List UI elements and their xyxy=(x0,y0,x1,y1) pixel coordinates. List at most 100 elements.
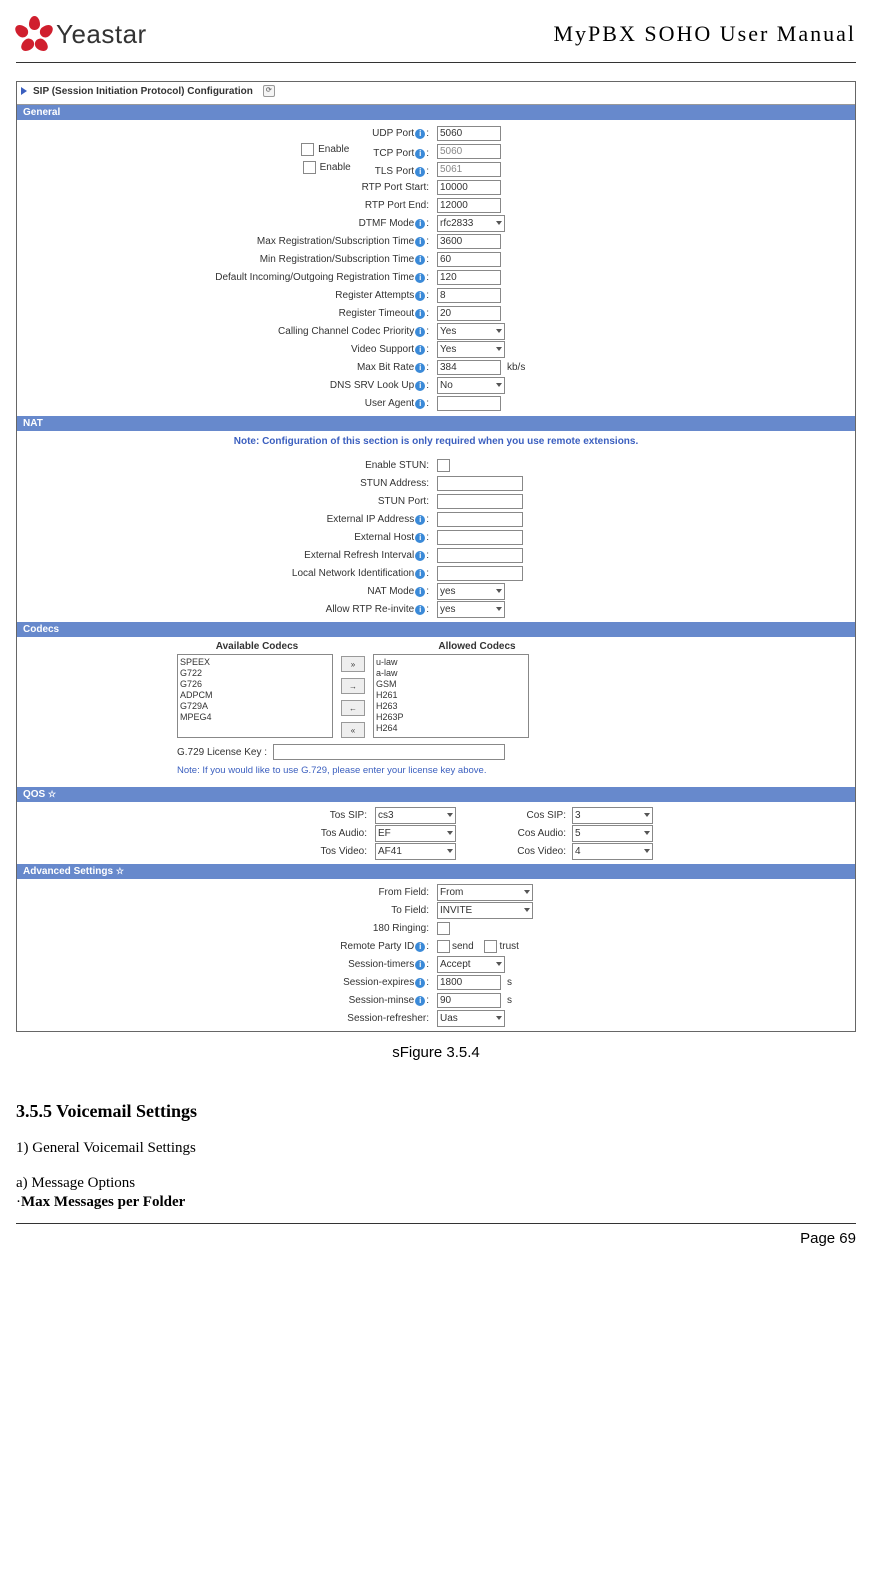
info-icon[interactable]: i xyxy=(415,149,425,159)
reg-attempts-input[interactable]: 8 xyxy=(437,288,501,303)
info-icon[interactable]: i xyxy=(415,569,425,579)
info-icon[interactable]: i xyxy=(415,363,425,373)
cos-audio-select[interactable]: 5 xyxy=(572,825,653,842)
allow-rtp-select[interactable]: yes xyxy=(437,601,505,618)
bullet-max-messages: ·Max Messages per Folder xyxy=(16,1194,856,1211)
info-icon[interactable]: i xyxy=(415,515,425,525)
max-bitrate-label: Max Bit Rate xyxy=(357,362,414,373)
info-icon[interactable]: i xyxy=(415,996,425,1006)
info-icon[interactable]: i xyxy=(415,219,425,229)
enable-stun-checkbox[interactable] xyxy=(437,459,450,472)
enable-tls-checkbox[interactable] xyxy=(303,161,316,174)
unit-s: s xyxy=(507,977,512,988)
section-bar-general: General xyxy=(17,105,855,120)
video-support-select[interactable]: Yes xyxy=(437,341,505,358)
dns-srv-select[interactable]: No xyxy=(437,377,505,394)
info-icon[interactable]: i xyxy=(415,167,425,177)
cos-audio-label: Cos Audio: xyxy=(506,828,566,839)
max-reg-input[interactable]: 3600 xyxy=(437,234,501,249)
cos-video-select[interactable]: 4 xyxy=(572,843,653,860)
ext-host-input[interactable] xyxy=(437,530,523,545)
info-icon[interactable]: i xyxy=(415,978,425,988)
info-icon[interactable]: i xyxy=(415,399,425,409)
info-icon[interactable]: i xyxy=(415,960,425,970)
session-refresher-label: Session-refresher: xyxy=(17,1013,431,1024)
sip-config-title-row[interactable]: SIP (Session Initiation Protocol) Config… xyxy=(17,82,855,100)
info-icon[interactable]: i xyxy=(415,587,425,597)
session-expires-input[interactable]: 1800 xyxy=(437,975,501,990)
rtp-start-input[interactable]: 10000 xyxy=(437,180,501,195)
g729-license-input[interactable] xyxy=(273,744,505,760)
remote-party-label: Remote Party ID xyxy=(340,941,414,952)
g729-license-label: G.729 License Key : xyxy=(177,747,267,758)
def-reg-input[interactable]: 120 xyxy=(437,270,501,285)
info-icon[interactable]: i xyxy=(415,327,425,337)
move-all-left-button[interactable]: « xyxy=(341,722,365,738)
from-field-select[interactable]: From xyxy=(437,884,533,901)
move-right-button[interactable]: → xyxy=(341,678,365,694)
tos-audio-label: Tos Audio: xyxy=(17,828,369,839)
tls-port-input[interactable]: 5061 xyxy=(437,162,501,177)
min-reg-input[interactable]: 60 xyxy=(437,252,501,267)
move-left-button[interactable]: ← xyxy=(341,700,365,716)
tos-audio-select[interactable]: EF xyxy=(375,825,456,842)
remote-party-trust-checkbox[interactable] xyxy=(484,940,497,953)
move-all-right-button[interactable]: » xyxy=(341,656,365,672)
qos-form: Tos SIP:cs3Cos SIP:3 Tos Audio:EFCos Aud… xyxy=(17,802,855,864)
section-bar-advanced[interactable]: Advanced Settings ☆ xyxy=(17,864,855,879)
available-codecs-list[interactable]: SPEEXG722G726ADPCMG729AMPEG4 xyxy=(177,654,333,738)
cos-sip-select[interactable]: 3 xyxy=(572,807,653,824)
figure-caption: sFigure 3.5.4 xyxy=(16,1044,856,1061)
collapse-icon: ☆ xyxy=(48,789,56,799)
ext-refresh-input[interactable] xyxy=(437,548,523,563)
bitrate-unit: kb/s xyxy=(507,362,525,373)
session-refresher-select[interactable]: Uas xyxy=(437,1010,505,1027)
udp-port-input[interactable]: 5060 xyxy=(437,126,501,141)
tos-sip-select[interactable]: cs3 xyxy=(375,807,456,824)
to-field-select[interactable]: INVITE xyxy=(437,902,533,919)
rtp-end-input[interactable]: 12000 xyxy=(437,198,501,213)
remote-party-send-checkbox[interactable] xyxy=(437,940,450,953)
reg-timeout-input[interactable]: 20 xyxy=(437,306,501,321)
section-bar-codecs: Codecs xyxy=(17,622,855,637)
ringing-180-checkbox[interactable] xyxy=(437,922,450,935)
info-icon[interactable]: i xyxy=(415,381,425,391)
tos-video-label: Tos Video: xyxy=(17,846,369,857)
info-icon[interactable]: i xyxy=(415,237,425,247)
info-icon[interactable]: i xyxy=(415,551,425,561)
unit-s: s xyxy=(507,995,512,1006)
info-icon[interactable]: i xyxy=(415,129,425,139)
page: Yeastar MyPBX SOHO User Manual SIP (Sess… xyxy=(0,0,872,1267)
stun-port-input[interactable] xyxy=(437,494,523,509)
stun-addr-input[interactable] xyxy=(437,476,523,491)
info-icon[interactable]: i xyxy=(415,273,425,283)
info-icon[interactable]: i xyxy=(415,942,425,952)
info-icon[interactable]: i xyxy=(415,533,425,543)
enable-tcp-checkbox[interactable] xyxy=(301,143,314,156)
info-icon[interactable]: i xyxy=(415,291,425,301)
dtmf-mode-select[interactable]: rfc2833 xyxy=(437,215,505,232)
reg-timeout-label: Register Timeout xyxy=(339,308,415,319)
nat-note: Note: Configuration of this section is o… xyxy=(17,431,855,452)
user-agent-input[interactable] xyxy=(437,396,501,411)
section-bar-qos[interactable]: QOS ☆ xyxy=(17,787,855,802)
max-reg-label: Max Registration/Subscription Time xyxy=(257,236,414,247)
tos-video-select[interactable]: AF41 xyxy=(375,843,456,860)
badge-icon: ⟳ xyxy=(263,85,275,97)
tcp-port-input[interactable]: 5060 xyxy=(437,144,501,159)
codec-priority-select[interactable]: Yes xyxy=(437,323,505,340)
nat-mode-select[interactable]: yes xyxy=(437,583,505,600)
session-minse-input[interactable]: 90 xyxy=(437,993,501,1008)
allowed-codecs-list[interactable]: u-lawa-lawGSMH261H263H263PH264 xyxy=(373,654,529,738)
ext-ip-input[interactable] xyxy=(437,512,523,527)
info-icon[interactable]: i xyxy=(415,605,425,615)
local-net-input[interactable] xyxy=(437,566,523,581)
info-icon[interactable]: i xyxy=(415,345,425,355)
session-timers-select[interactable]: Accept xyxy=(437,956,505,973)
def-reg-label: Default Incoming/Outgoing Registration T… xyxy=(215,272,414,283)
collapse-icon: ☆ xyxy=(116,866,124,876)
min-reg-label: Min Registration/Subscription Time xyxy=(260,254,415,265)
max-bitrate-input[interactable]: 384 xyxy=(437,360,501,375)
info-icon[interactable]: i xyxy=(415,309,425,319)
info-icon[interactable]: i xyxy=(415,255,425,265)
